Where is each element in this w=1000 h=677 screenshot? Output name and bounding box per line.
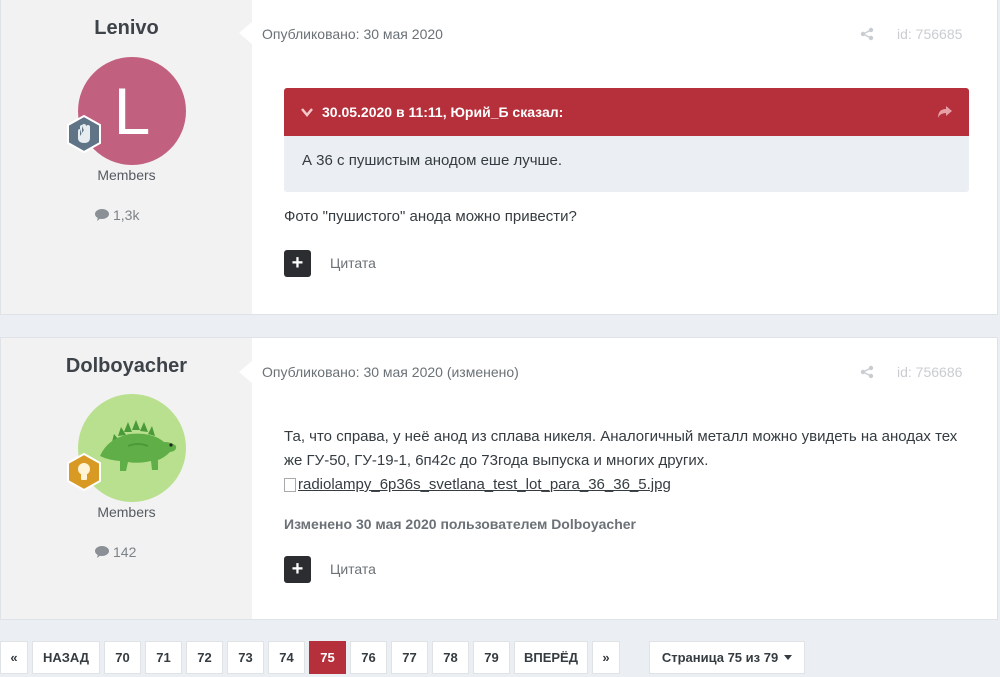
page-71-button[interactable]: 71: [145, 641, 182, 674]
quote-block: 30.05.2020 в 11:11, Юрий_Б сказал: А 36 …: [284, 88, 969, 192]
caret-down-icon: [784, 655, 793, 660]
multiquote-add-button[interactable]: +: [284, 250, 311, 277]
broken-image-icon: [284, 478, 296, 492]
post-content: Опубликовано: 30 мая 2020 (изменено) id:…: [252, 338, 997, 619]
attached-image-alt: radiolampy_6p36s_svetlana_test_lot_para_…: [298, 476, 671, 493]
edited-note: Изменено 30 мая 2020 пользователем Dolbo…: [284, 516, 636, 532]
member-group: Members: [97, 167, 156, 183]
share-icon[interactable]: [860, 365, 874, 379]
rank-badge-lightbulb-icon: [67, 452, 101, 492]
post-content: Опубликовано: 30 мая 2020 id: 756685 30.…: [252, 0, 997, 314]
page-jump-label: Страница 75 из 79: [661, 650, 779, 665]
page-73-button[interactable]: 73: [227, 641, 264, 674]
comment-icon: [95, 546, 109, 558]
post-date[interactable]: Опубликовано: 30 мая 2020 (изменено): [262, 364, 519, 380]
share-icon[interactable]: [860, 27, 874, 41]
pagination: « НАЗАД 70 71 72 73 74 75 76 77 78 79 ВП…: [0, 641, 624, 674]
post-text: Та, что справа, у неё анод из сплава ник…: [284, 425, 974, 497]
member-group: Members: [97, 504, 156, 520]
post-dolboyacher: Dolboyacher Members 142 Опубликовано: 30…: [0, 337, 998, 620]
page-78-button[interactable]: 78: [432, 641, 469, 674]
post-count: 142: [95, 544, 136, 560]
page-79-button[interactable]: 79: [473, 641, 510, 674]
quote-header-text: 30.05.2020 в 11:11, Юрий_Б сказал:: [322, 104, 564, 120]
attached-image-link[interactable]: radiolampy_6p36s_svetlana_test_lot_para_…: [284, 473, 974, 497]
author-panel: Lenivo L Members 1,3k: [1, 0, 253, 314]
post-text-line: Та, что справа, у неё анод из сплава ник…: [284, 428, 958, 445]
quote-button[interactable]: Цитата: [330, 561, 376, 577]
next-page-button[interactable]: ВПЕРЁД: [514, 641, 588, 674]
go-to-quote-icon[interactable]: [937, 105, 953, 119]
page-75-button-active[interactable]: 75: [309, 641, 346, 674]
rank-badge-hand-icon: [67, 114, 101, 154]
post-lenivo: Lenivo L Members 1,3k Опубликовано: 30 м…: [0, 0, 998, 315]
page-74-button[interactable]: 74: [268, 641, 305, 674]
post-count-value: 1,3k: [113, 207, 140, 223]
last-page-button[interactable]: »: [592, 641, 620, 674]
page-72-button[interactable]: 72: [186, 641, 223, 674]
author-panel: Dolboyacher Members 142: [1, 338, 253, 619]
post-id[interactable]: id: 756686: [897, 364, 962, 380]
multiquote-add-button[interactable]: +: [284, 556, 311, 583]
chevron-down-icon[interactable]: [300, 105, 314, 119]
quote-button[interactable]: Цитата: [330, 255, 376, 271]
author-name[interactable]: Dolboyacher: [1, 355, 252, 378]
post-text-line: же ГУ-50, ГУ-19-1, 6п42с до 73года выпус…: [284, 452, 709, 469]
quote-body: А 36 с пушистым анодом еше лучше.: [302, 152, 563, 169]
page-76-button[interactable]: 76: [350, 641, 387, 674]
page-70-button[interactable]: 70: [104, 641, 141, 674]
prev-page-button[interactable]: НАЗАД: [32, 641, 100, 674]
post-count: 1,3k: [95, 207, 139, 223]
post-id[interactable]: id: 756685: [897, 26, 962, 42]
post-date[interactable]: Опубликовано: 30 мая 2020: [262, 26, 443, 42]
quote-header[interactable]: 30.05.2020 в 11:11, Юрий_Б сказал:: [284, 88, 969, 136]
author-name[interactable]: Lenivo: [1, 17, 252, 40]
post-count-value: 142: [113, 544, 137, 560]
page-jump-select[interactable]: Страница 75 из 79: [649, 641, 805, 674]
first-page-button[interactable]: «: [0, 641, 28, 674]
post-text: Фото "пушистого" анода можно привести?: [284, 208, 577, 225]
page-77-button[interactable]: 77: [391, 641, 428, 674]
comment-icon: [95, 209, 109, 221]
